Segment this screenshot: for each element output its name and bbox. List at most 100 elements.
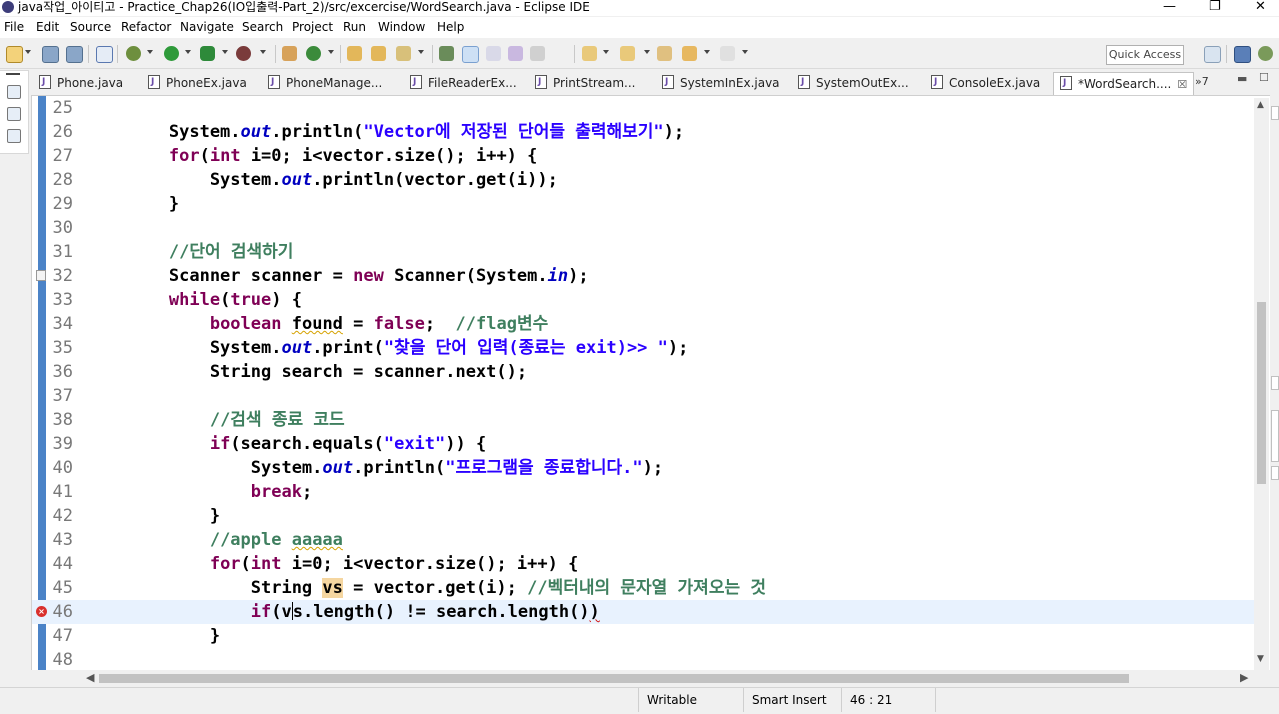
close-tab-icon[interactable]: ☒: [1177, 78, 1187, 91]
new-icon[interactable]: [6, 46, 23, 63]
external-tools-dropdown-arrow-icon[interactable]: [260, 50, 266, 54]
code-line[interactable]: 42 }: [32, 504, 1254, 528]
code-line[interactable]: 45 String vs = vector.get(i); //벡터내의 문자열…: [32, 576, 1254, 600]
save-icon[interactable]: [42, 46, 59, 63]
code-text[interactable]: }: [87, 192, 179, 216]
code-line[interactable]: 33 while(true) {: [32, 288, 1254, 312]
code-line[interactable]: 35 System.out.print("찾을 단어 입력(종료는 exit)>…: [32, 336, 1254, 360]
open-type-icon[interactable]: [347, 46, 362, 61]
code-text[interactable]: Scanner scanner = new Scanner(System.in)…: [87, 264, 589, 288]
code-text[interactable]: if(vs.length() != search.length()): [87, 600, 600, 624]
search-icon[interactable]: [396, 46, 411, 61]
tab-phonemanage[interactable]: PhoneManage...: [268, 71, 382, 94]
overview-ruler[interactable]: [1270, 70, 1279, 690]
overview-marker[interactable]: [1271, 410, 1279, 462]
code-line[interactable]: 30: [32, 216, 1254, 240]
code-line[interactable]: 39 if(search.equals("exit")) {: [32, 432, 1254, 456]
back-dropdown-arrow-icon[interactable]: [704, 50, 710, 54]
code-text[interactable]: System.out.println("Vector에 저장된 단어들 출력해보…: [87, 120, 684, 144]
code-text[interactable]: System.out.println("프로그램을 종료합니다.");: [87, 456, 663, 480]
code-line[interactable]: 43 //apple aaaaa: [32, 528, 1254, 552]
tab-phone-java[interactable]: Phone.java: [39, 71, 123, 94]
close-window-button[interactable]: ✕: [1255, 0, 1266, 13]
tab-systemoutex[interactable]: SystemOutEx...: [798, 71, 909, 94]
code-text[interactable]: while(true) {: [87, 288, 302, 312]
back-icon[interactable]: [682, 46, 697, 61]
code-text[interactable]: break;: [87, 480, 312, 504]
code-text[interactable]: for(int i=0; i<vector.size(); i++) {: [87, 144, 538, 168]
code-line[interactable]: 26 System.out.println("Vector에 저장된 단어들 출…: [32, 120, 1254, 144]
horizontal-scroll-thumb[interactable]: [99, 674, 1129, 683]
code-line[interactable]: 40 System.out.println("프로그램을 종료합니다.");: [32, 456, 1254, 480]
code-line[interactable]: 36 String search = scanner.next();: [32, 360, 1254, 384]
menu-source[interactable]: Source: [70, 20, 111, 34]
outline-view-icon[interactable]: [7, 129, 21, 143]
show-whitespace-icon[interactable]: [508, 46, 523, 61]
warning-marker-icon[interactable]: [36, 270, 46, 281]
save-all-icon[interactable]: [66, 46, 83, 63]
overview-marker[interactable]: [1271, 376, 1279, 390]
code-text[interactable]: boolean found = false; //flag변수: [87, 312, 548, 336]
menu-search[interactable]: Search: [242, 20, 283, 34]
coverage-icon[interactable]: [200, 46, 215, 61]
code-line[interactable]: 37: [32, 384, 1254, 408]
menu-project[interactable]: Project: [292, 20, 333, 34]
code-line[interactable]: 34 boolean found = false; //flag변수: [32, 312, 1254, 336]
new-java-package-icon[interactable]: [282, 46, 297, 61]
java-perspective-icon[interactable]: [1234, 46, 1251, 63]
code-text[interactable]: System.out.println(vector.get(i));: [87, 168, 558, 192]
scroll-up-icon[interactable]: ▲: [1257, 100, 1264, 110]
debug-icon[interactable]: [126, 46, 141, 61]
code-line[interactable]: 27 for(int i=0; i<vector.size(); i++) {: [32, 144, 1254, 168]
tab-wordsearch-java[interactable]: *WordSearch.... ☒: [1053, 72, 1195, 95]
code-text[interactable]: }: [87, 504, 220, 528]
search-dropdown-arrow-icon[interactable]: [418, 50, 424, 54]
code-text[interactable]: System.out.print("찾을 단어 입력(종료는 exit)>> "…: [87, 336, 689, 360]
tab-printstream[interactable]: PrintStream...: [535, 71, 635, 94]
tab-filereaderex[interactable]: FileReaderEx...: [410, 71, 517, 94]
next-annotation-icon[interactable]: [582, 46, 597, 61]
toggle-word-wrap-icon[interactable]: [530, 46, 545, 61]
maximize-editor-icon[interactable]: ☐: [1259, 71, 1269, 84]
debug-dropdown-arrow-icon[interactable]: [147, 50, 153, 54]
last-edit-location-icon[interactable]: [657, 46, 672, 61]
previous-annotation-icon[interactable]: [620, 46, 635, 61]
overview-marker[interactable]: [1271, 106, 1279, 120]
code-line[interactable]: 44 for(int i=0; i<vector.size(); i++) {: [32, 552, 1254, 576]
new-java-class-icon[interactable]: [306, 46, 321, 61]
open-perspective-icon[interactable]: [1204, 46, 1221, 63]
scroll-left-icon[interactable]: ◀: [86, 671, 94, 684]
forward-icon[interactable]: [720, 46, 735, 61]
code-line[interactable]: 31 //단어 검색하기: [32, 240, 1254, 264]
code-text[interactable]: for(int i=0; i<vector.size(); i++) {: [87, 552, 579, 576]
restore-view-icon[interactable]: [7, 85, 21, 99]
code-text[interactable]: //단어 검색하기: [87, 240, 294, 264]
toggle-mark-occurrences-icon[interactable]: [439, 46, 454, 61]
scroll-down-icon[interactable]: ▼: [1257, 654, 1264, 664]
coverage-dropdown-arrow-icon[interactable]: [222, 50, 228, 54]
restore-button[interactable]: ❐: [1209, 0, 1221, 13]
menu-run[interactable]: Run: [343, 20, 366, 34]
code-line[interactable]: 38 //검색 종료 코드: [32, 408, 1254, 432]
menu-help[interactable]: Help: [437, 20, 464, 34]
code-line[interactable]: 32 Scanner scanner = new Scanner(System.…: [32, 264, 1254, 288]
previous-annotation-dropdown-arrow-icon[interactable]: [644, 50, 650, 54]
tab-phoneex-java[interactable]: PhoneEx.java: [148, 71, 247, 94]
run-dropdown-arrow-icon[interactable]: [185, 50, 191, 54]
toggle-block-selection-icon[interactable]: [486, 46, 501, 61]
code-line[interactable]: 28 System.out.println(vector.get(i));: [32, 168, 1254, 192]
code-text[interactable]: String search = scanner.next();: [87, 360, 527, 384]
scroll-right-icon[interactable]: ▶: [1240, 671, 1248, 684]
forward-dropdown-arrow-icon[interactable]: [742, 50, 748, 54]
minimize-editor-icon[interactable]: ▬: [1237, 72, 1247, 85]
error-marker-icon[interactable]: ×: [36, 606, 47, 617]
new-dropdown-arrow-icon[interactable]: [25, 50, 31, 54]
menu-file[interactable]: File: [4, 20, 24, 34]
menu-refactor[interactable]: Refactor: [121, 20, 171, 34]
next-annotation-dropdown-arrow-icon[interactable]: [603, 50, 609, 54]
new-class-dropdown-arrow-icon[interactable]: [328, 50, 334, 54]
menu-edit[interactable]: Edit: [36, 20, 59, 34]
menu-window[interactable]: Window: [378, 20, 425, 34]
skip-breakpoints-icon[interactable]: [96, 46, 113, 63]
status-indicator-icon[interactable]: [935, 688, 974, 712]
